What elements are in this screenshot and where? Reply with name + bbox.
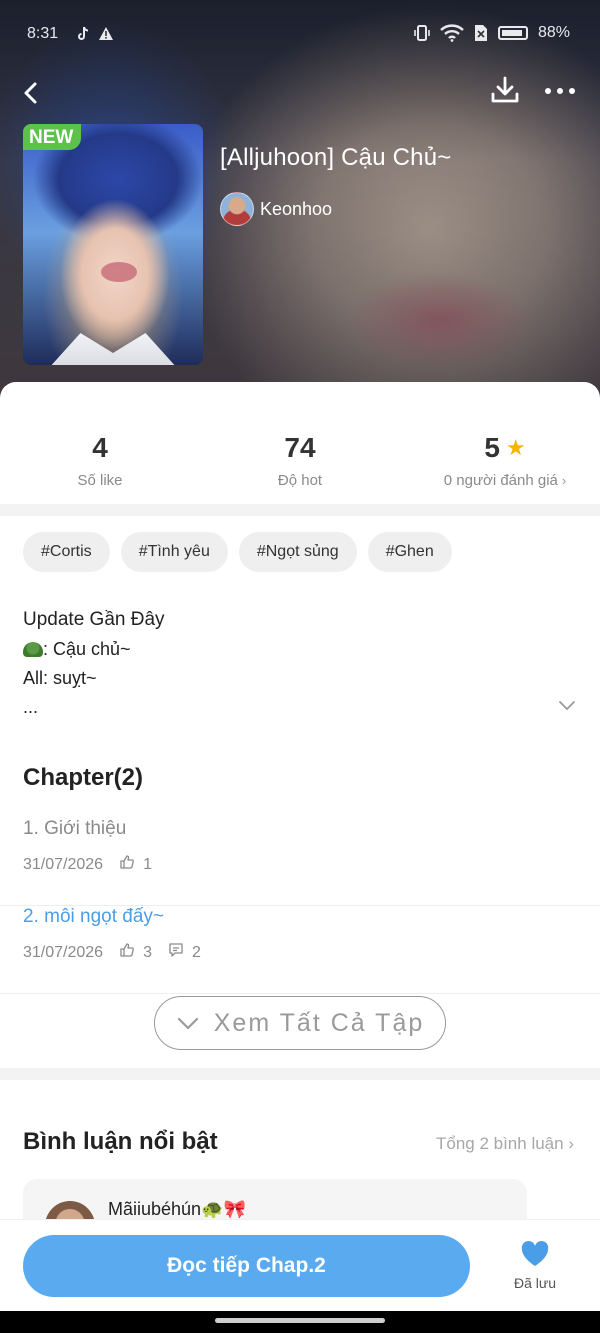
turtle-icon — [23, 642, 43, 657]
update-title: Update Gần Đây — [23, 609, 165, 630]
rating-value: 5 — [484, 432, 500, 463]
author-name: Keonhoo — [260, 198, 333, 219]
tag-list: #Cortis #Tình yêu #Ngọt sủng #Ghen — [23, 532, 452, 572]
story-detail-page: 8:31 88% NEW [Alljuhoon] Cậu Chủ~ Keonho… — [0, 0, 600, 1333]
saved-label: Đã lưu — [513, 1275, 557, 1291]
comments-total-link[interactable]: Tổng 2 bình luận › — [436, 1134, 574, 1154]
hot-count: 74 — [284, 432, 316, 463]
chapter-item-2[interactable]: 2. môi ngọt đấy~ 31/07/2026 3 2 — [0, 906, 600, 994]
back-button[interactable] — [18, 74, 48, 110]
rating-count-label: 0 người đánh giá — [443, 472, 558, 489]
chapter-heading: Chapter(2) — [23, 764, 144, 791]
continue-reading-button[interactable]: Đọc tiếp Chap.2 — [23, 1235, 470, 1297]
home-indicator[interactable] — [215, 1318, 385, 1323]
likes-count: 4 — [92, 432, 108, 463]
wifi-icon — [440, 24, 464, 42]
commenter-name: Mãiiubéhún🐢🎀 — [108, 1199, 246, 1219]
chapter-like-count: 1 — [143, 855, 152, 873]
likes-label: Số like — [77, 472, 123, 489]
chapter-date: 31/07/2026 — [23, 943, 104, 961]
chapter-comment-count: 2 — [191, 943, 201, 961]
stat-likes: 4 Số like — [40, 432, 160, 489]
sim-off-icon — [474, 25, 487, 41]
chevron-right-icon: › — [561, 473, 567, 488]
thumbs-up-icon — [120, 943, 134, 957]
thumbs-up-icon — [120, 855, 134, 869]
comment-icon — [169, 943, 183, 957]
stat-rating[interactable]: 5 ★ 0 người đánh giá › — [430, 432, 580, 489]
details-card: 4 Số like 74 Độ hot 5 ★ 0 người đánh giá… — [0, 382, 600, 1333]
chapter-title: 2. môi ngọt đấy~ — [23, 906, 165, 927]
chevron-down-icon — [559, 701, 575, 710]
download-icon — [491, 76, 519, 103]
section-divider — [0, 504, 600, 516]
more-options-button[interactable] — [540, 76, 580, 106]
see-all-chapters-button[interactable]: Xem Tất Cả Tập — [154, 996, 446, 1050]
tag-ngot-sung[interactable]: #Ngọt sủng — [238, 532, 357, 572]
see-all-label: Xem Tất Cả Tập — [213, 1008, 425, 1037]
stat-hot: 74 Độ hot — [240, 432, 360, 489]
battery-icon — [497, 26, 528, 40]
download-button[interactable] — [488, 72, 522, 108]
top-bar — [0, 68, 600, 118]
stats-row: 4 Số like 74 Độ hot 5 ★ 0 người đánh giá… — [0, 382, 600, 504]
update-section: Update Gần Đây : Cậu chủ~ All: suỵt~ ... — [23, 609, 583, 718]
status-time: 8:31 — [27, 25, 59, 42]
book-title: [Alljuhoon] Cậu Chủ~ — [220, 144, 452, 171]
heart-icon — [521, 1241, 549, 1266]
system-nav-bar — [0, 1311, 600, 1333]
update-line-2: All: suỵt~ — [23, 668, 97, 688]
chevron-right-icon: › — [568, 1134, 574, 1153]
vibrate-icon — [414, 25, 430, 41]
section-divider — [0, 1068, 600, 1080]
new-badge: NEW — [23, 124, 82, 150]
author-link[interactable]: Keonhoo — [220, 192, 332, 226]
battery-level: 88% — [537, 24, 570, 41]
star-icon: ★ — [505, 435, 526, 460]
comments-total-label: Tổng 2 bình luận — [435, 1134, 564, 1153]
comments-heading: Bình luận nổi bật — [23, 1128, 218, 1155]
chapter-title: 1. Giới thiệu — [23, 818, 127, 839]
saved-button[interactable]: Đã lưu — [502, 1240, 568, 1291]
chapter-item-1[interactable]: 1. Giới thiệu 31/07/2026 1 — [0, 818, 600, 906]
bottom-action-bar: Đọc tiếp Chap.2 Đã lưu — [0, 1219, 600, 1311]
status-bar: 8:31 88% — [0, 0, 600, 68]
book-cover[interactable] — [23, 124, 203, 365]
update-line-3: ... — [23, 697, 39, 717]
tag-tinh-yeu[interactable]: #Tình yêu — [120, 532, 228, 572]
warning-icon — [99, 27, 113, 40]
more-dots-icon — [545, 88, 575, 94]
chapter-like-count: 3 — [143, 943, 152, 961]
hot-label: Độ hot — [277, 472, 323, 489]
chevron-down-icon — [177, 1017, 198, 1030]
author-avatar — [220, 192, 254, 226]
tag-cortis[interactable]: #Cortis — [23, 532, 110, 572]
expand-description-button[interactable] — [556, 698, 578, 712]
tiktok-icon — [78, 26, 89, 40]
tag-ghen[interactable]: #Ghen — [367, 532, 452, 572]
back-arrow-icon — [24, 82, 37, 104]
update-line-1: : Cậu chủ~ — [43, 639, 131, 659]
chapter-date: 31/07/2026 — [23, 855, 104, 873]
